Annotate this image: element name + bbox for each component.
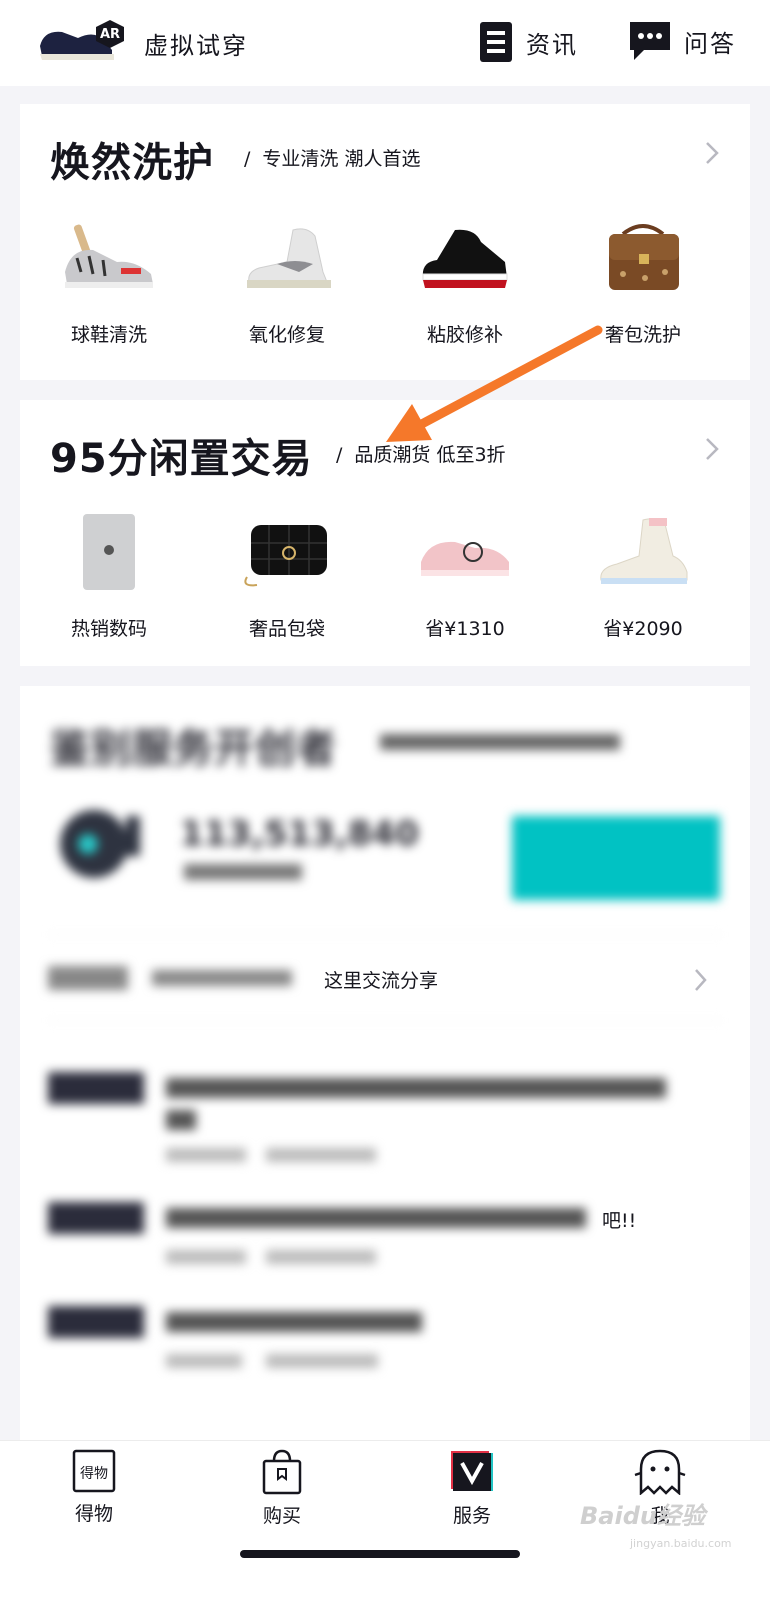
resale-subtitle: / 品质潮货 低至3折 [336, 444, 506, 466]
baidu-watermark-url: jingyan.baidu.com [630, 1537, 732, 1550]
ghost-icon [634, 1449, 686, 1495]
care-card[interactable]: 焕然洗护 / 专业清洗 潮人首选 球鞋清洗 氧化修复 粘胶修补 奢包洗护 [20, 104, 750, 380]
tab-dewu[interactable]: 得物 得物 [44, 1449, 144, 1526]
news-label: 资讯 [526, 30, 578, 59]
shopping-bag-icon [262, 1449, 302, 1495]
top-header: AR 虚拟试穿 资讯 问答 [0, 0, 770, 86]
auth-subtitle-bar [380, 734, 620, 750]
luxury-bag-icon [609, 224, 679, 290]
tablet-icon [83, 514, 135, 590]
auth-card[interactable]: 鉴别服务开创者 113,513,840 这里交流分享 吧!! [20, 686, 750, 1440]
sneaker-glue-icon [422, 229, 508, 288]
chevron-right-icon[interactable] [704, 436, 720, 462]
qa-link[interactable]: 问答 [630, 22, 736, 60]
svg-text:得物: 得物 [80, 1465, 108, 1482]
care-items: 球鞋清洗 氧化修复 粘胶修补 奢包洗护 [20, 218, 750, 347]
tab-buy[interactable]: 购买 [232, 1449, 332, 1528]
resale-item[interactable]: 奢品包袋 [198, 512, 376, 641]
care-item[interactable]: 氧化修复 [198, 218, 376, 347]
new-tag [48, 1306, 144, 1338]
pink-sneaker-icon [421, 541, 509, 576]
resale-title: 95分闲置交易 [50, 436, 313, 482]
care-subtitle: / 专业清洗 潮人首选 [244, 148, 421, 170]
dewu-icon: 得物 [72, 1449, 116, 1493]
service-icon [451, 1451, 493, 1491]
auth-count-caption [184, 864, 302, 880]
resale-item[interactable]: 省¥2090 [554, 512, 732, 641]
discussion-label-bar [48, 966, 128, 990]
auth-count: 113,513,840 [180, 814, 419, 854]
chat-icon [630, 22, 670, 60]
discussion-sub-bar [152, 970, 292, 986]
resale-card[interactable]: 95分闲置交易 / 品质潮货 低至3折 热销数码 奢品包袋 省¥1310 省¥2… [20, 400, 750, 666]
chevron-right-icon[interactable] [704, 140, 720, 166]
chevron-right-icon[interactable] [694, 968, 708, 992]
resale-items: 热销数码 奢品包袋 省¥1310 省¥2090 [20, 512, 750, 641]
home-indicator [240, 1550, 520, 1558]
care-item[interactable]: 粘胶修补 [376, 218, 554, 347]
sneaker-cleaning-icon [65, 224, 153, 288]
tab-service[interactable]: 服务 [422, 1449, 522, 1528]
care-title: 焕然洗护 [50, 140, 214, 186]
news-link[interactable]: 资讯 [480, 22, 578, 62]
care-item[interactable]: 奢包洗护 [554, 218, 732, 347]
hot-tag [48, 1072, 144, 1104]
robot-icon [60, 810, 140, 878]
qa-label: 问答 [684, 29, 736, 58]
hot-tag [48, 1202, 144, 1234]
care-item[interactable]: 球鞋清洗 [20, 218, 198, 347]
resale-item[interactable]: 省¥1310 [376, 512, 554, 641]
white-sneaker-icon [600, 518, 688, 584]
sneaker-restore-icon [247, 228, 331, 288]
resale-item[interactable]: 热销数码 [20, 512, 198, 641]
discussion-visible-text: 这里交流分享 [320, 966, 439, 993]
baidu-watermark: Baidu经验 [580, 1502, 705, 1530]
news-icon [480, 22, 512, 62]
ar-try-on-button[interactable]: AR [38, 16, 124, 64]
handbag-icon [244, 525, 327, 587]
divider [48, 1020, 722, 1021]
divider [48, 934, 722, 935]
auth-title: 鉴别服务开创者 [50, 726, 337, 772]
ar-title[interactable]: 虚拟试穿 [144, 26, 248, 61]
free-authenticate-button[interactable] [512, 816, 720, 900]
post-visible-text: 吧!! [602, 1210, 637, 1232]
